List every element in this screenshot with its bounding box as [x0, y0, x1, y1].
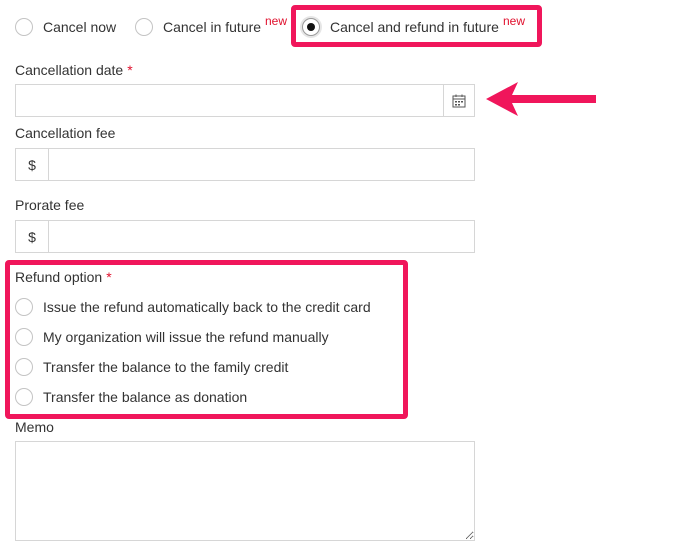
arrow-left-icon — [486, 82, 596, 116]
calendar-icon — [452, 94, 466, 107]
currency-addon: $ — [16, 149, 49, 180]
radio-circle[interactable] — [135, 18, 153, 36]
highlight-box-refund-options — [5, 260, 408, 419]
radio-circle[interactable] — [15, 18, 33, 36]
new-badge: new — [265, 14, 288, 28]
cancellation-date-label: Cancellation date * — [15, 62, 133, 78]
cancellation-fee-field[interactable]: $ — [15, 148, 475, 182]
radio-cancel-in-future[interactable]: Cancel in future — [135, 15, 261, 39]
cancellation-fee-input[interactable] — [54, 149, 468, 182]
prorate-fee-input[interactable] — [54, 221, 468, 254]
radio-cancel-now[interactable]: Cancel now — [15, 15, 116, 39]
radio-label: Cancel now — [43, 19, 117, 35]
required-mark: * — [127, 62, 133, 78]
currency-addon: $ — [16, 221, 49, 252]
calendar-button[interactable] — [443, 85, 474, 116]
prorate-fee-label: Prorate fee — [15, 197, 85, 213]
cancellation-fee-label: Cancellation fee — [15, 125, 116, 141]
cancellation-date-input[interactable] — [22, 85, 446, 118]
memo-textarea[interactable] — [15, 441, 475, 541]
cancellation-date-field[interactable] — [15, 84, 475, 118]
memo-label: Memo — [15, 419, 54, 435]
prorate-fee-field[interactable]: $ — [15, 220, 475, 254]
radio-label: Cancel in future — [163, 19, 262, 35]
highlight-box-cancel-refund — [291, 5, 542, 47]
